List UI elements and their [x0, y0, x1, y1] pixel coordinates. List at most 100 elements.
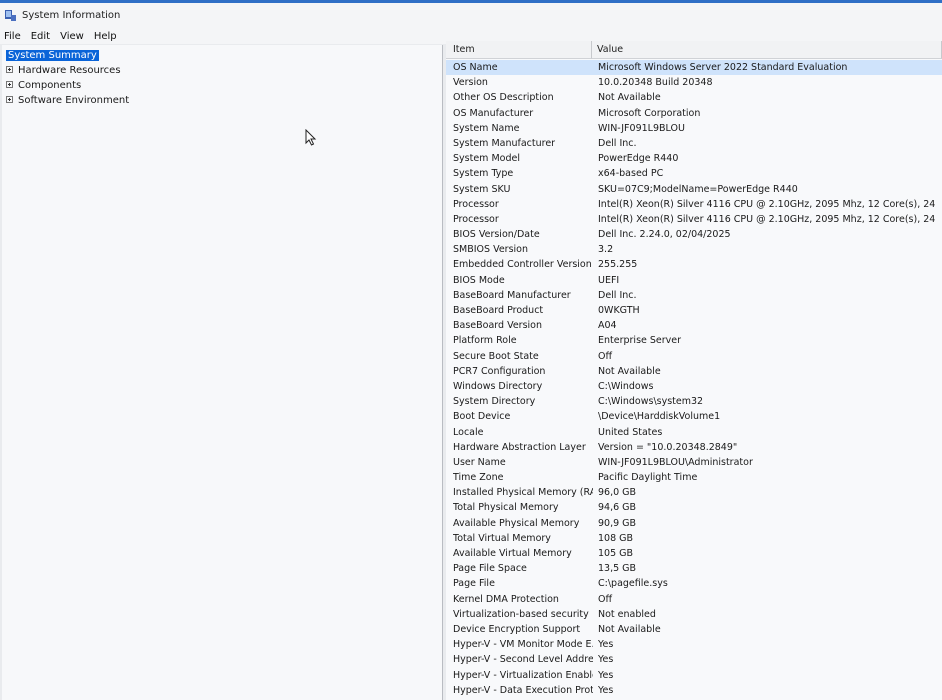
item-cell: Hyper-V - Second Level Addres...	[453, 654, 593, 666]
table-row[interactable]: BIOS Version/Date Dell Inc. 2.24.0, 02/04…	[446, 227, 942, 242]
tree-item-software-environment[interactable]: Software Environment	[6, 94, 129, 108]
item-cell: OS Manufacturer	[453, 107, 534, 119]
value-cell: Not Available	[598, 365, 661, 377]
table-row[interactable]: BIOS Mode UEFI	[446, 273, 942, 288]
table-row[interactable]: Time Zone Pacific Daylight Time	[446, 470, 942, 485]
table-row[interactable]: System Name WIN-JF091L9BLOU	[446, 121, 942, 136]
menu-edit[interactable]: Edit	[31, 31, 50, 42]
table-row[interactable]: Version 10.0.20348 Build 20348	[446, 75, 942, 90]
expand-icon[interactable]	[6, 95, 13, 103]
expand-icon[interactable]	[6, 65, 13, 73]
table-row[interactable]: PCR7 Configuration Not Available	[446, 364, 942, 379]
table-row[interactable]: OS Name Microsoft Windows Server 2022 Sta…	[446, 60, 942, 76]
table-row[interactable]: User Name WIN-JF091L9BLOU\Administrator	[446, 455, 942, 470]
table-row[interactable]: Other OS Description Not Available	[446, 90, 942, 105]
tree-item-label: System Summary	[6, 50, 99, 61]
title-bar[interactable]: System Information	[0, 0, 942, 28]
item-cell: User Name	[453, 456, 506, 468]
table-row[interactable]: System Manufacturer Dell Inc.	[446, 136, 942, 151]
value-cell: Version = "10.0.20348.2849"	[598, 441, 738, 453]
table-row[interactable]: Kernel DMA Protection Off	[446, 592, 942, 607]
value-cell: Not Available	[598, 623, 661, 635]
tree-item-system-summary[interactable]: System Summary	[6, 49, 99, 63]
table-row[interactable]: Secure Boot State Off	[446, 349, 942, 364]
table-row[interactable]: Available Virtual Memory 105 GB	[446, 546, 942, 561]
value-cell: 96,0 GB	[598, 487, 637, 499]
value-cell: Pacific Daylight Time	[598, 472, 698, 484]
menu-view[interactable]: View	[60, 31, 84, 42]
table-row[interactable]: Total Virtual Memory 108 GB	[446, 531, 942, 546]
table-row[interactable]: Hyper-V - VM Monitor Mode E... Yes	[446, 637, 942, 652]
item-cell: Other OS Description	[453, 92, 554, 104]
mouse-pointer-icon	[305, 128, 317, 150]
details-pane[interactable]: Item Value OS Name Microsoft Windows Serv…	[446, 41, 942, 700]
table-row[interactable]: Hyper-V - Data Execution Prote... Yes	[446, 683, 942, 698]
item-cell: BIOS Mode	[453, 274, 505, 286]
table-row[interactable]: Processor Intel(R) Xeon(R) Silver 4116 CP…	[446, 212, 942, 227]
table-row[interactable]: Processor Intel(R) Xeon(R) Silver 4116 CP…	[446, 197, 942, 212]
item-cell: Secure Boot State	[453, 350, 539, 362]
value-cell: Not Available	[598, 92, 661, 104]
value-cell: United States	[598, 426, 663, 438]
value-cell: \Device\HarddiskVolume1	[598, 411, 721, 423]
value-cell: 10.0.20348 Build 20348	[598, 77, 713, 89]
value-cell: 90,9 GB	[598, 517, 637, 529]
item-cell: Processor	[453, 213, 499, 225]
item-cell: SMBIOS Version	[453, 244, 529, 256]
tree-item-hardware-resources[interactable]: Hardware Resources	[6, 64, 121, 78]
table-row[interactable]: OS Manufacturer Microsoft Corporation	[446, 106, 942, 121]
table-row[interactable]: Hyper-V - Virtualization Enable... Yes	[446, 668, 942, 683]
menu-file[interactable]: File	[4, 31, 21, 42]
table-row[interactable]: Total Physical Memory 94,6 GB	[446, 500, 942, 515]
item-cell: Installed Physical Memory (RAM)	[453, 487, 593, 499]
table-row[interactable]: Boot Device \Device\HarddiskVolume1	[446, 409, 942, 424]
table-row[interactable]: Hyper-V - Second Level Addres... Yes	[446, 652, 942, 667]
expand-icon[interactable]	[6, 80, 13, 88]
item-cell: Embedded Controller Version	[453, 259, 592, 271]
table-row[interactable]: Hardware Abstraction Layer Version = "10.…	[446, 440, 942, 455]
value-cell: Enterprise Server	[598, 335, 682, 347]
category-tree[interactable]: System Summary Hardware Resources Compon…	[2, 45, 443, 700]
value-cell: WIN-JF091L9BLOU\Administrator	[598, 456, 753, 468]
table-row[interactable]: System Type x64-based PC	[446, 166, 942, 181]
item-cell: System Manufacturer	[453, 137, 556, 149]
item-cell: Kernel DMA Protection	[453, 593, 559, 605]
table-row[interactable]: Available Physical Memory 90,9 GB	[446, 516, 942, 531]
window-title: System Information	[22, 10, 121, 21]
table-row[interactable]: Platform Role Enterprise Server	[446, 333, 942, 348]
value-cell: Yes	[598, 669, 614, 681]
table-row[interactable]: Embedded Controller Version 255.255	[446, 257, 942, 272]
column-header-item[interactable]: Item	[446, 41, 592, 59]
table-row[interactable]: Device Encryption Support Not Available	[446, 622, 942, 637]
item-cell: Available Physical Memory	[453, 517, 580, 529]
table-row[interactable]: Page File C:\pagefile.sys	[446, 576, 942, 591]
tree-item-label: Hardware Resources	[18, 65, 121, 76]
table-row[interactable]: System Directory C:\Windows\system32	[446, 394, 942, 409]
table-row[interactable]: System Model PowerEdge R440	[446, 151, 942, 166]
table-row[interactable]: Page File Space 13,5 GB	[446, 561, 942, 576]
menu-help[interactable]: Help	[94, 31, 117, 42]
table-row[interactable]: Locale United States	[446, 425, 942, 440]
table-row[interactable]: BaseBoard Product 0WKGTH	[446, 303, 942, 318]
table-row[interactable]: Installed Physical Memory (RAM) 96,0 GB	[446, 485, 942, 500]
table-row[interactable]: Windows Directory C:\Windows	[446, 379, 942, 394]
table-row[interactable]: BaseBoard Manufacturer Dell Inc.	[446, 288, 942, 303]
item-cell: Boot Device	[453, 411, 511, 423]
table-row[interactable]: Virtualization-based security Not enabled	[446, 607, 942, 622]
tree-item-components[interactable]: Components	[6, 79, 81, 93]
item-cell: Hyper-V - VM Monitor Mode E...	[453, 639, 593, 651]
item-cell: Windows Directory	[453, 380, 543, 392]
table-row[interactable]: System SKU SKU=07C9;ModelName=PowerEdge R…	[446, 182, 942, 197]
value-cell: C:\pagefile.sys	[598, 578, 668, 590]
table-row[interactable]: BaseBoard Version A04	[446, 318, 942, 333]
column-header-value[interactable]: Value	[592, 41, 942, 59]
table-row[interactable]: SMBIOS Version 3.2	[446, 242, 942, 257]
item-cell: Locale	[453, 426, 484, 438]
value-cell: 3.2	[598, 244, 614, 256]
value-cell: x64-based PC	[598, 168, 664, 180]
item-cell: System Type	[453, 168, 514, 180]
item-cell: Hyper-V - Data Execution Prote...	[453, 684, 593, 696]
value-cell: Dell Inc.	[598, 137, 637, 149]
value-cell: Microsoft Corporation	[598, 107, 701, 119]
value-cell: 94,6 GB	[598, 502, 637, 514]
